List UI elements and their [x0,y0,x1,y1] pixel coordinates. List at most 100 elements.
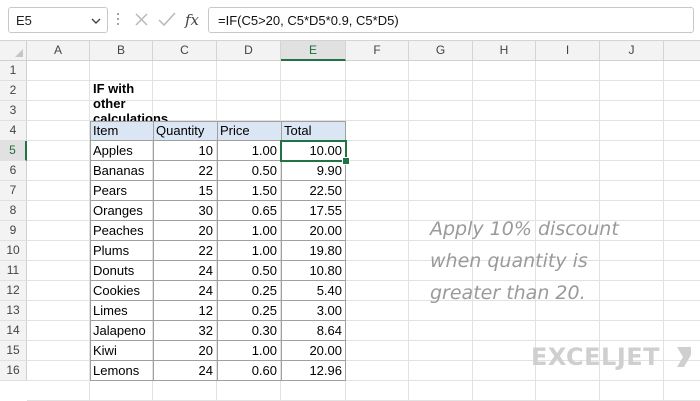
fill-handle[interactable] [342,157,350,165]
cell-price[interactable]: 0.50 [217,161,281,181]
cell-item[interactable]: Apples [90,141,153,161]
cell-total[interactable]: 20.00 [281,221,346,241]
cell-price[interactable]: 1.00 [217,141,281,161]
table-border [90,300,346,301]
row-header-4[interactable]: 4 [0,121,27,141]
table-border [90,340,346,341]
row-header-12[interactable]: 12 [0,281,27,301]
table-border [90,180,346,181]
cell-quantity[interactable]: 30 [153,201,217,221]
logo-mark-icon [677,347,691,372]
cell-item[interactable]: Peaches [90,221,153,241]
column-header-e[interactable]: E [281,41,346,61]
row-header-9[interactable]: 9 [0,221,27,241]
table-border [90,121,346,122]
cell-price[interactable]: 0.65 [217,201,281,221]
sheet-title: IF with other calculations [93,81,169,126]
table-border [90,280,346,281]
cell-quantity[interactable]: 22 [153,241,217,261]
row-header-5[interactable]: 5 [0,141,27,161]
cell-quantity[interactable]: 15 [153,181,217,201]
cell-price[interactable]: 0.60 [217,361,281,381]
cell-total[interactable]: 9.90 [281,161,346,181]
row-header-1[interactable]: 1 [0,61,27,81]
cell-total[interactable]: 20.00 [281,341,346,361]
table-border [90,121,91,381]
row-header-10[interactable]: 10 [0,241,27,261]
cell-quantity[interactable]: 22 [153,161,217,181]
table-header-total[interactable]: Total [281,121,346,141]
column-header-g[interactable]: G [409,41,473,61]
row-header-15[interactable]: 15 [0,341,27,361]
row-header-11[interactable]: 11 [0,261,27,281]
formula-text: =IF(C5>20, C5*D5*0.9, C5*D5) [218,13,399,28]
select-all-button[interactable] [0,41,27,61]
cancel-x-icon[interactable] [132,9,152,36]
cell-item[interactable]: Bananas [90,161,153,181]
cell-item[interactable]: Cookies [90,281,153,301]
row-header-14[interactable]: 14 [0,321,27,341]
table-border [90,260,346,261]
name-box[interactable]: E5 [8,7,108,33]
cell-item[interactable]: Lemons [90,361,153,381]
cell-item[interactable]: Donuts [90,261,153,281]
cell-price[interactable]: 1.50 [217,181,281,201]
cell-quantity[interactable]: 32 [153,321,217,341]
cell-total[interactable]: 3.00 [281,301,346,321]
column-header-j[interactable]: J [600,41,664,61]
cell-total[interactable]: 10.80 [281,261,346,281]
drag-handle-icon[interactable] [116,13,120,28]
cell-total[interactable]: 12.96 [281,361,346,381]
column-header-i[interactable]: I [536,41,600,61]
column-header-c[interactable]: C [153,41,217,61]
column-header-b[interactable]: B [90,41,153,61]
cell-total[interactable]: 19.80 [281,241,346,261]
row-header-2[interactable]: 2 [0,81,27,101]
table-header-quantity[interactable]: Quantity [153,121,217,141]
row-header-7[interactable]: 7 [0,181,27,201]
cell-item[interactable]: Limes [90,301,153,321]
cell-price[interactable]: 1.00 [217,221,281,241]
cell-quantity[interactable]: 10 [153,141,217,161]
cell-item[interactable]: Pears [90,181,153,201]
cell-quantity[interactable]: 20 [153,221,217,241]
column-header-a[interactable]: A [27,41,90,61]
column-header-h[interactable]: H [473,41,536,61]
cell-price[interactable]: 0.25 [217,301,281,321]
cell-total[interactable]: 5.40 [281,281,346,301]
table-header-price[interactable]: Price [217,121,281,141]
cell-price[interactable]: 1.00 [217,241,281,261]
row-header-3[interactable]: 3 [0,101,27,121]
cell-price[interactable]: 0.50 [217,261,281,281]
cell-quantity[interactable]: 24 [153,361,217,381]
cell-total[interactable]: 17.55 [281,201,346,221]
cell-total[interactable]: 22.50 [281,181,346,201]
cell-quantity[interactable]: 24 [153,281,217,301]
column-header-f[interactable]: F [346,41,409,61]
table-border [90,380,346,381]
active-cell-selection[interactable] [280,140,347,162]
cell-total[interactable]: 8.64 [281,321,346,341]
formula-input[interactable]: =IF(C5>20, C5*D5*0.9, C5*D5) [208,7,694,33]
cell-item[interactable]: Jalapeno [90,321,153,341]
note-line: when quantity is [430,250,588,272]
cell-price[interactable]: 0.25 [217,281,281,301]
cell-price[interactable]: 0.30 [217,321,281,341]
row-header-16[interactable]: 16 [0,361,27,381]
row-header-6[interactable]: 6 [0,161,27,181]
column-header-d[interactable]: D [217,41,281,61]
row-header-8[interactable]: 8 [0,201,27,221]
cell-quantity[interactable]: 24 [153,261,217,281]
cell-item[interactable]: Oranges [90,201,153,221]
cell-price[interactable]: 1.00 [217,341,281,361]
table-border [90,320,346,321]
table-header-item[interactable]: Item [90,121,153,141]
row-header-13[interactable]: 13 [0,301,27,321]
cell-item[interactable]: Plums [90,241,153,261]
cell-quantity[interactable]: 12 [153,301,217,321]
chevron-down-icon[interactable] [90,14,102,32]
cell-item[interactable]: Kiwi [90,341,153,361]
confirm-check-icon[interactable] [156,9,178,36]
fx-icon[interactable]: fx [184,9,204,36]
cell-quantity[interactable]: 20 [153,341,217,361]
